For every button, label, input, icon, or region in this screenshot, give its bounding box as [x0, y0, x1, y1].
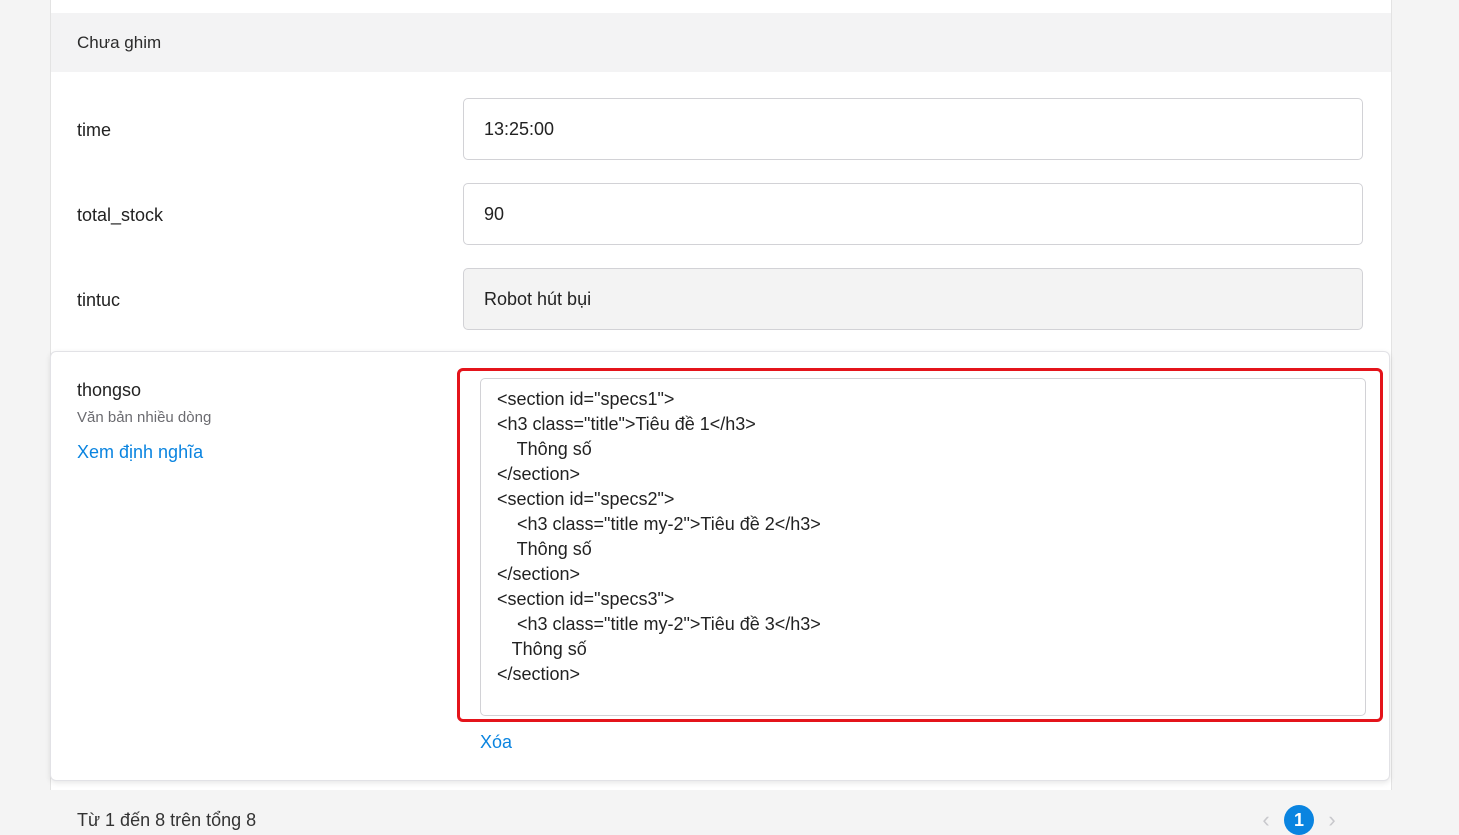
time-field[interactable]: 13:25:00	[463, 98, 1363, 160]
time-label: time	[77, 120, 112, 140]
view-definition-link[interactable]: Xem định nghĩa	[77, 442, 203, 463]
section-title: Chưa ghim	[77, 32, 162, 52]
section-header: Chưa ghim	[51, 13, 1391, 72]
delete-link[interactable]: Xóa	[480, 732, 512, 753]
total-stock-label: total_stock	[77, 205, 164, 225]
thongso-card: thongso Văn bản nhiều dòng Xem định nghĩ…	[50, 351, 1390, 781]
pagination: ‹ 1 ›	[1256, 805, 1342, 835]
total-stock-field[interactable]: 90	[463, 183, 1363, 245]
chevron-right-icon[interactable]: ›	[1322, 807, 1342, 833]
tintuc-label: tintuc	[77, 290, 121, 310]
page-button-current[interactable]: 1	[1284, 805, 1314, 835]
chevron-left-icon[interactable]: ‹	[1256, 807, 1276, 833]
thongso-type-label: Văn bản nhiều dòng	[77, 409, 212, 426]
thongso-textarea[interactable]: <section id="specs1"> <h3 class="title">…	[480, 378, 1366, 716]
tintuc-field: Robot hút bụi	[463, 268, 1363, 330]
thongso-label: thongso	[77, 380, 142, 400]
